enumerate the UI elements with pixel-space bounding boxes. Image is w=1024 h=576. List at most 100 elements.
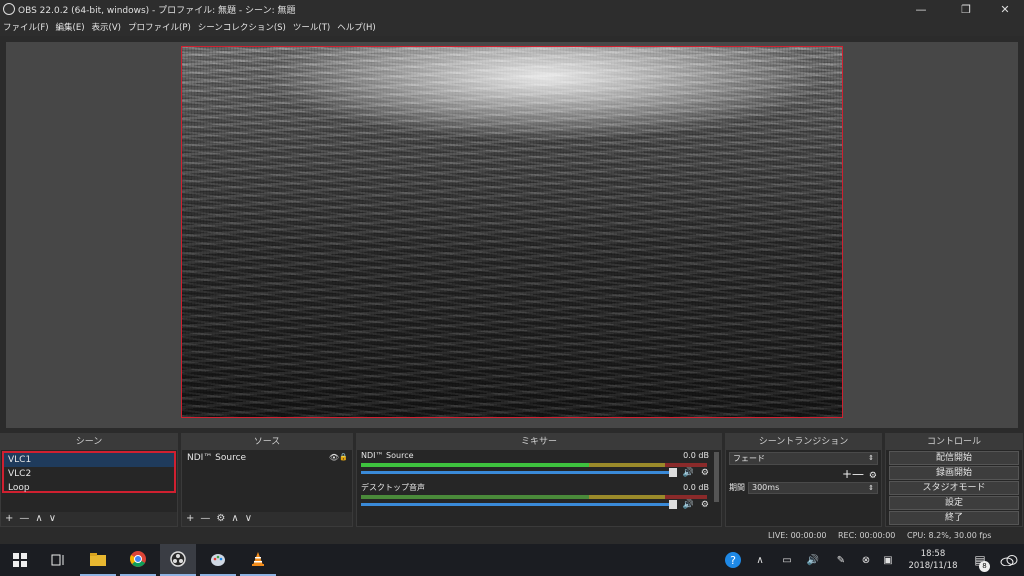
mixer-dock: ミキサー NDI™ Source 0.0 dB 🔊 ⚙ デスクトップ音声 0.0… <box>356 433 722 527</box>
title-bar: OBS 22.0.2 (64-bit, windows) - プロファイル: 無… <box>0 0 1024 18</box>
preview-canvas[interactable] <box>181 46 843 418</box>
transition-settings-gear-icon[interactable]: ⚙ <box>869 471 877 481</box>
volume-meter <box>361 463 707 467</box>
menu-tools[interactable]: ツール(T) <box>293 21 330 33</box>
duration-input[interactable]: 300ms ⇕ <box>748 481 878 494</box>
speaker-icon[interactable]: 🔊 <box>683 500 694 510</box>
obs-taskbar-icon[interactable] <box>160 544 196 576</box>
volume-slider[interactable] <box>361 500 677 509</box>
menu-edit[interactable]: 編集(E) <box>56 21 85 33</box>
menu-profile[interactable]: プロファイル(P) <box>128 21 191 33</box>
sources-dock: ソース NDI™ Source 👁 🔒 + — ⚙ ∧ ∨ <box>181 433 353 527</box>
transitions-dock: シーントランジション フェード ⇕ +— ⚙ 期間 300ms ⇕ <box>725 433 882 527</box>
move-up-scene-button[interactable]: ∧ <box>35 512 42 526</box>
mixer-scrollbar[interactable] <box>714 452 719 502</box>
menu-bar: ファイル(F) 編集(E) 表示(V) プロファイル(P) シーンコレクション(… <box>0 18 1024 36</box>
minimize-button[interactable]: — <box>904 0 938 18</box>
scenes-list: VLC1 VLC2 Loop <box>2 451 176 493</box>
show-hidden-icons-chevron-up-icon[interactable]: ∧ <box>752 544 768 576</box>
chrome-icon[interactable] <box>120 544 156 576</box>
scene-item[interactable]: VLC1 <box>4 453 174 467</box>
scenes-dock: シーン VLC1 VLC2 Loop + — ∧ ∨ <box>0 433 178 527</box>
rec-status: REC: 00:00:00 <box>838 531 896 540</box>
notification-icon[interactable]: ▤ 8 <box>968 544 992 576</box>
start-recording-button[interactable]: 録画開始 <box>889 466 1019 480</box>
scenes-header: シーン <box>1 434 177 450</box>
duration-label: 期間 <box>729 483 745 492</box>
transitions-header: シーントランジション <box>726 434 881 450</box>
paint-icon[interactable] <box>200 544 236 576</box>
live-status: LIVE: 00:00:00 <box>768 531 827 540</box>
volume-meter <box>361 495 707 499</box>
battery-icon[interactable]: ▭ <box>776 544 798 576</box>
spinner-icon[interactable]: ⇕ <box>868 483 874 493</box>
scene-item[interactable]: VLC2 <box>4 467 174 481</box>
volume-slider-handle[interactable] <box>669 500 677 509</box>
track-db: 0.0 dB <box>683 451 709 460</box>
add-remove-transition-buttons[interactable]: +— <box>842 467 864 481</box>
scenes-footer: + — ∧ ∨ <box>1 512 177 526</box>
mixer-track: デスクトップ音声 0.0 dB 🔊 ⚙ <box>357 482 721 514</box>
source-item[interactable]: NDI™ Source <box>183 451 351 465</box>
move-down-source-button[interactable]: ∨ <box>245 512 252 526</box>
weather-cloud-icon[interactable] <box>996 544 1022 576</box>
cpu-status: CPU: 8.2%, 30.00 fps <box>907 531 992 540</box>
menu-file[interactable]: ファイル(F) <box>3 21 49 33</box>
clock[interactable]: 18:58 2018/11/18 <box>900 544 966 576</box>
source-properties-gear-icon[interactable]: ⚙ <box>216 512 225 526</box>
close-circle-icon[interactable]: ⊗ <box>856 544 876 576</box>
vlc-icon[interactable] <box>240 544 276 576</box>
menu-scene-collection[interactable]: シーンコレクション(S) <box>198 21 286 33</box>
controls-dock: コントロール 配信開始 録画開始 スタジオモード 設定 終了 <box>885 433 1023 527</box>
taskbar: ? ∧ ▭ 🔊 ✎ ⊗ ▣ 18:58 2018/11/18 ▤ 8 <box>0 544 1024 576</box>
notification-count-badge: 8 <box>979 561 990 572</box>
task-view-icon[interactable] <box>40 544 76 576</box>
transition-select[interactable]: フェード ⇕ <box>729 452 878 465</box>
settings-button[interactable]: 設定 <box>889 496 1019 510</box>
menu-help[interactable]: ヘルプ(H) <box>337 21 376 33</box>
maximize-button[interactable]: ❐ <box>949 0 983 18</box>
track-settings-gear-icon[interactable]: ⚙ <box>701 500 709 510</box>
mixer-track: NDI™ Source 0.0 dB 🔊 ⚙ <box>357 450 721 482</box>
remove-source-button[interactable]: — <box>200 512 210 526</box>
menu-view[interactable]: 表示(V) <box>92 21 121 33</box>
studio-mode-button[interactable]: スタジオモード <box>889 481 1019 495</box>
move-up-source-button[interactable]: ∧ <box>231 512 238 526</box>
lock-icon[interactable]: 🔒 <box>339 453 348 461</box>
track-db: 0.0 dB <box>683 483 709 492</box>
app-tray-icon[interactable]: ▣ <box>878 544 898 576</box>
scene-item[interactable]: Loop <box>4 481 174 495</box>
track-settings-gear-icon[interactable]: ⚙ <box>701 468 709 478</box>
close-button[interactable]: ✕ <box>988 0 1022 18</box>
pen-icon[interactable]: ✎ <box>830 544 852 576</box>
obs-logo-icon <box>3 3 15 15</box>
visibility-eye-icon[interactable]: 👁 <box>329 453 339 462</box>
transition-selected: フェード <box>733 454 765 463</box>
add-source-button[interactable]: + <box>186 512 194 526</box>
sources-footer: + — ⚙ ∧ ∨ <box>182 512 352 526</box>
mixer-header: ミキサー <box>357 434 721 450</box>
add-scene-button[interactable]: + <box>5 512 13 526</box>
volume-icon[interactable]: 🔊 <box>802 544 824 576</box>
start-streaming-button[interactable]: 配信開始 <box>889 451 1019 465</box>
move-down-scene-button[interactable]: ∨ <box>49 512 56 526</box>
help-icon[interactable]: ? <box>722 544 744 576</box>
sources-header: ソース <box>182 434 352 450</box>
track-name: NDI™ Source <box>361 451 414 460</box>
svg-text:?: ? <box>730 554 736 567</box>
sources-list: NDI™ Source 👁 🔒 <box>183 451 351 493</box>
exit-button[interactable]: 終了 <box>889 511 1019 525</box>
controls-header: コントロール <box>886 434 1022 450</box>
track-name: デスクトップ音声 <box>361 483 425 492</box>
windows-start-icon[interactable] <box>2 544 38 576</box>
volume-slider[interactable] <box>361 468 677 477</box>
duration-value: 300ms <box>752 482 780 492</box>
clock-time: 18:58 <box>920 549 946 559</box>
remove-scene-button[interactable]: — <box>19 512 29 526</box>
volume-slider-handle[interactable] <box>669 468 677 477</box>
chevron-updown-icon: ⇕ <box>868 454 874 462</box>
file-explorer-icon[interactable] <box>80 544 116 576</box>
speaker-icon[interactable]: 🔊 <box>683 468 694 478</box>
clock-date: 2018/11/18 <box>908 561 958 571</box>
window-title: OBS 22.0.2 (64-bit, windows) - プロファイル: 無… <box>18 5 296 16</box>
